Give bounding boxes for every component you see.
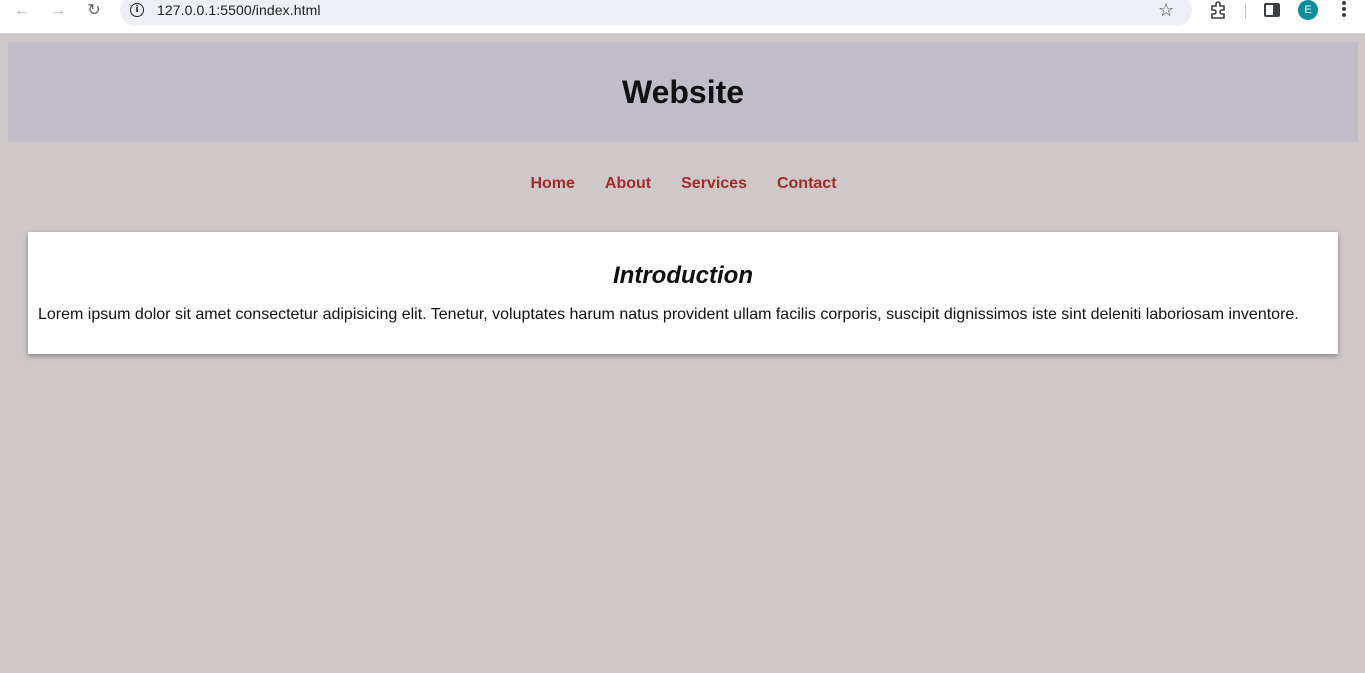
forward-arrow-icon[interactable]: →: [46, 0, 70, 22]
back-arrow-icon[interactable]: ←: [10, 0, 34, 22]
nav-link-about[interactable]: About: [605, 175, 651, 199]
extensions-icon[interactable]: [1208, 0, 1228, 20]
nav-link-contact[interactable]: Contact: [777, 175, 837, 199]
reload-icon[interactable]: ↻: [82, 0, 106, 22]
profile-avatar[interactable]: E: [1298, 0, 1318, 20]
nav-link-services[interactable]: Services: [681, 175, 747, 199]
toolbar-divider: [1245, 3, 1246, 19]
menu-kebab-icon[interactable]: [1338, 1, 1350, 19]
intro-section: Introduction Lorem ipsum dolor sit amet …: [28, 232, 1338, 354]
page-body: Website Home About Services Contact Intr…: [0, 35, 1365, 673]
bookmark-star-icon[interactable]: ☆: [1158, 0, 1174, 21]
site-title: Website: [621, 73, 745, 110]
nav-link-home[interactable]: Home: [530, 175, 574, 199]
side-panel-icon[interactable]: [1264, 3, 1280, 17]
section-body: Lorem ipsum dolor sit amet consectetur a…: [38, 306, 1299, 323]
site-header: Website: [8, 42, 1358, 142]
url-text[interactable]: 127.0.0.1:5500/index.html: [157, 2, 321, 18]
browser-toolbar: ← → ↻ i 127.0.0.1:5500/index.html ☆ E: [0, 0, 1365, 34]
section-heading: Introduction: [613, 262, 753, 289]
site-nav: Home About Services Contact: [0, 175, 1365, 199]
site-info-icon[interactable]: i: [130, 3, 144, 17]
